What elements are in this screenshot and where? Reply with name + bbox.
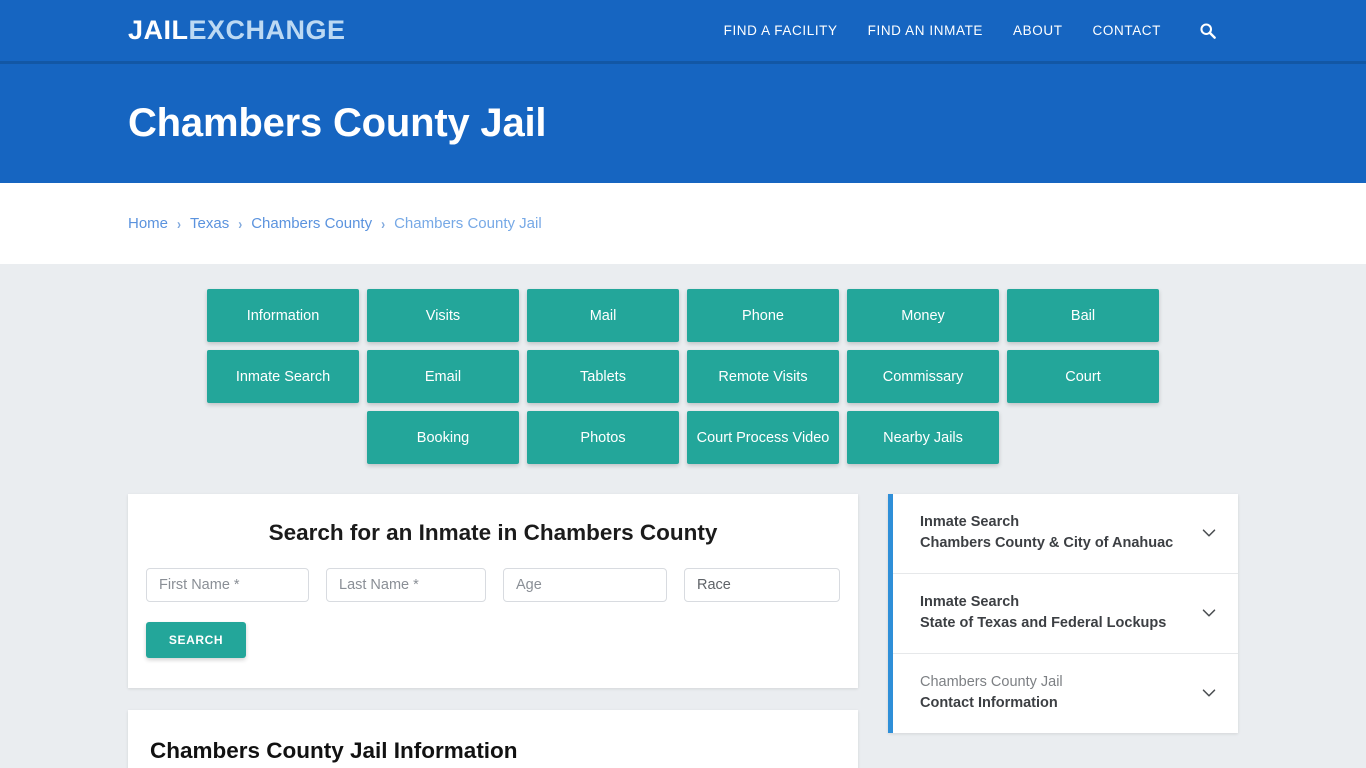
breadcrumb-separator: › xyxy=(238,214,243,233)
tile-court-process-video[interactable]: Court Process Video xyxy=(687,411,839,464)
accordion-item-text: Chambers County Jail Contact Information xyxy=(920,672,1188,715)
accordion-item-title: Chambers County Jail xyxy=(920,673,1063,690)
right-column: Inmate Search Chambers County & City of … xyxy=(888,494,1238,733)
left-column: Search for an Inmate in Chambers County … xyxy=(128,494,858,768)
tile-tablets[interactable]: Tablets xyxy=(527,350,679,403)
page-hero: Chambers County Jail xyxy=(0,64,1366,183)
jail-information-card: Chambers County Jail Information xyxy=(128,710,858,768)
tile-phone[interactable]: Phone xyxy=(687,289,839,342)
content-columns: Search for an Inmate in Chambers County … xyxy=(128,494,1238,768)
accordion-item-subtitle: Contact Information xyxy=(920,695,1058,712)
tile-visits[interactable]: Visits xyxy=(367,289,519,342)
tile-bail[interactable]: Bail xyxy=(1007,289,1159,342)
tile-commissary[interactable]: Commissary xyxy=(847,350,999,403)
tile-money[interactable]: Money xyxy=(847,289,999,342)
accordion-item-text: Inmate Search State of Texas and Federal… xyxy=(920,592,1188,635)
race-select[interactable]: Race xyxy=(684,568,840,602)
tile-mail[interactable]: Mail xyxy=(527,289,679,342)
accordion-item-subtitle: State of Texas and Federal Lockups xyxy=(920,615,1167,632)
main-content: Information Visits Mail Phone Money Bail… xyxy=(0,264,1366,768)
tile-remote-visits[interactable]: Remote Visits xyxy=(687,350,839,403)
accordion-item-title: Inmate Search xyxy=(920,593,1020,610)
sidebar-accordion: Inmate Search Chambers County & City of … xyxy=(888,494,1238,733)
main-nav: FIND A FACILITY FIND AN INMATE ABOUT CON… xyxy=(724,22,1216,39)
chevron-down-icon[interactable] xyxy=(1198,602,1220,624)
search-icon[interactable] xyxy=(1199,22,1216,39)
tile-email[interactable]: Email xyxy=(367,350,519,403)
accordion-item-subtitle: Chambers County & City of Anahuac xyxy=(920,535,1174,552)
breadcrumb-item-texas[interactable]: Texas xyxy=(190,215,229,232)
breadcrumb-item-home[interactable]: Home xyxy=(128,215,168,232)
last-name-input[interactable] xyxy=(326,568,486,602)
accordion-item-text: Inmate Search Chambers County & City of … xyxy=(920,512,1188,555)
nav-item-about[interactable]: ABOUT xyxy=(1013,23,1063,38)
age-input[interactable] xyxy=(503,568,667,602)
nav-item-find-an-inmate[interactable]: FIND AN INMATE xyxy=(868,23,983,38)
page-title: Chambers County Jail xyxy=(128,101,547,145)
chevron-down-icon[interactable] xyxy=(1198,682,1220,704)
accordion-item-inmate-search-state[interactable]: Inmate Search State of Texas and Federal… xyxy=(893,574,1238,654)
tile-information[interactable]: Information xyxy=(207,289,359,342)
inmate-search-form: Race xyxy=(146,568,840,602)
site-header: JAILEXCHANGE FIND A FACILITY FIND AN INM… xyxy=(0,0,1366,64)
breadcrumb-item-chambers-county[interactable]: Chambers County xyxy=(251,215,372,232)
breadcrumb-item-current[interactable]: Chambers County Jail xyxy=(394,215,542,232)
tile-booking[interactable]: Booking xyxy=(367,411,519,464)
nav-item-contact[interactable]: CONTACT xyxy=(1093,23,1161,38)
logo-text-primary: JAIL xyxy=(128,15,189,45)
jail-information-heading: Chambers County Jail Information xyxy=(150,738,518,763)
inmate-search-heading: Search for an Inmate in Chambers County xyxy=(268,520,718,545)
tile-inmate-search[interactable]: Inmate Search xyxy=(207,350,359,403)
breadcrumb-separator: › xyxy=(177,214,182,233)
chevron-down-icon[interactable] xyxy=(1198,522,1220,544)
accordion-item-inmate-search-county[interactable]: Inmate Search Chambers County & City of … xyxy=(893,494,1238,574)
accordion-item-title: Inmate Search xyxy=(920,514,1020,530)
tile-nearby-jails[interactable]: Nearby Jails xyxy=(847,411,999,464)
accordion-item-contact-information[interactable]: Chambers County Jail Contact Information xyxy=(893,654,1238,733)
breadcrumb-bar: Home › Texas › Chambers County › Chamber… xyxy=(0,183,1366,264)
site-logo[interactable]: JAILEXCHANGE xyxy=(128,17,346,44)
first-name-input[interactable] xyxy=(146,568,309,602)
tile-photos[interactable]: Photos xyxy=(527,411,679,464)
logo-text-secondary: EXCHANGE xyxy=(188,15,346,45)
nav-item-find-a-facility[interactable]: FIND A FACILITY xyxy=(724,23,838,38)
breadcrumb: Home › Texas › Chambers County › Chamber… xyxy=(128,214,542,233)
section-tile-grid: Information Visits Mail Phone Money Bail… xyxy=(133,289,1233,464)
search-button[interactable]: SEARCH xyxy=(146,622,246,658)
tile-court[interactable]: Court xyxy=(1007,350,1159,403)
breadcrumb-separator: › xyxy=(381,214,386,233)
inmate-search-card: Search for an Inmate in Chambers County … xyxy=(128,494,858,688)
